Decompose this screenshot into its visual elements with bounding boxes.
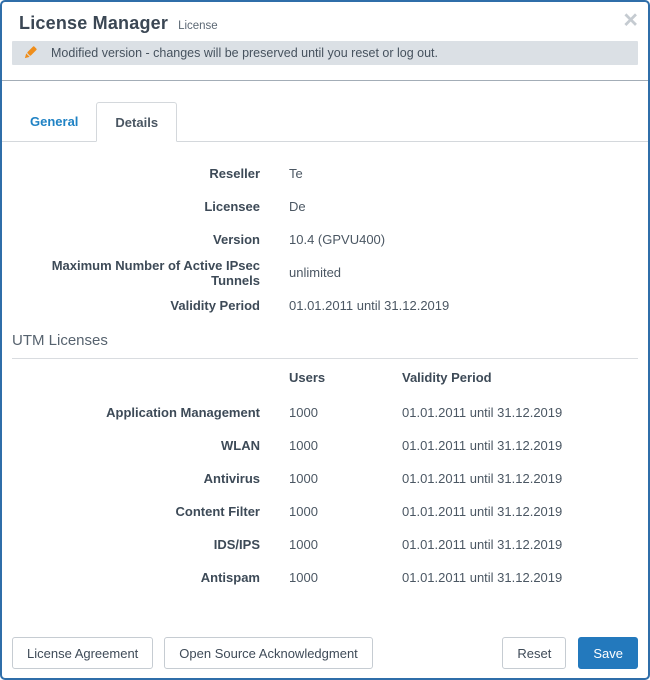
field-value: De [289,199,306,214]
license-name: Antispam [12,570,260,585]
field-label: Licensee [12,199,260,214]
license-validity: 01.01.2011 until 31.12.2019 [402,438,562,453]
license-name: Antivirus [12,471,260,486]
table-row: Antispam 1000 01.01.2011 until 31.12.201… [2,561,648,594]
tab-bar: General Details [2,101,648,142]
license-validity: 01.01.2011 until 31.12.2019 [402,471,562,486]
field-label: Version [12,232,260,247]
pencil-icon [22,45,38,61]
field-value: 10.4 (GPVU400) [289,232,385,247]
license-validity: 01.01.2011 until 31.12.2019 [402,405,562,420]
dialog-footer: License Agreement Open Source Acknowledg… [12,637,638,669]
dialog-header: License Manager License [2,2,648,34]
field-value: Te [289,166,303,181]
field-value: 01.01.2011 until 31.12.2019 [289,298,449,313]
field-label: Validity Period [12,298,260,313]
save-button[interactable]: Save [578,637,638,669]
license-users: 1000 [289,405,373,420]
column-header-validity: Validity Period [402,370,492,385]
license-name: WLAN [12,438,260,453]
license-name: Content Filter [12,504,260,519]
notification-text: Modified version - changes will be prese… [51,46,438,60]
reset-button[interactable]: Reset [502,637,566,669]
header-divider [2,80,648,81]
license-agreement-button[interactable]: License Agreement [12,637,153,669]
field-version: Version 10.4 (GPVU400) [2,223,648,256]
close-icon[interactable]: × [623,8,638,33]
table-row: WLAN 1000 01.01.2011 until 31.12.2019 [2,429,648,462]
field-ipsec-tunnels: Maximum Number of Active IPsec Tunnels u… [2,256,648,289]
license-manager-dialog: License Manager License × Modified versi… [0,0,650,680]
field-reseller: Reseller Te [2,157,648,190]
field-label: Maximum Number of Active IPsec Tunnels [12,258,260,288]
field-value: unlimited [289,265,341,280]
page-subtitle: License [178,20,218,32]
license-name: IDS/IPS [12,537,260,552]
field-validity-period: Validity Period 01.01.2011 until 31.12.2… [2,289,648,322]
license-users: 1000 [289,570,373,585]
license-validity: 01.01.2011 until 31.12.2019 [402,570,562,585]
table-row: Content Filter 1000 01.01.2011 until 31.… [2,495,648,528]
field-licensee: Licensee De [2,190,648,223]
footer-left-buttons: License Agreement Open Source Acknowledg… [12,637,373,669]
license-users: 1000 [289,504,373,519]
tab-details[interactable]: Details [96,102,177,142]
page-title: License Manager [19,13,168,34]
table-header-row: Users Validity Period [2,359,648,396]
tab-general[interactable]: General [12,101,96,141]
license-details: Reseller Te Licensee De Version 10.4 (GP… [2,157,648,322]
license-users: 1000 [289,537,373,552]
modified-notification-bar: Modified version - changes will be prese… [12,41,638,65]
license-validity: 01.01.2011 until 31.12.2019 [402,537,562,552]
field-label: Reseller [12,166,260,181]
license-users: 1000 [289,471,373,486]
column-header-users: Users [289,370,373,385]
table-row: Antivirus 1000 01.01.2011 until 31.12.20… [2,462,648,495]
utm-licenses-table: Users Validity Period Application Manage… [2,359,648,594]
utm-licenses-heading: UTM Licenses [12,332,638,349]
table-row: Application Management 1000 01.01.2011 u… [2,396,648,429]
open-source-acknowledgment-button[interactable]: Open Source Acknowledgment [164,637,373,669]
license-users: 1000 [289,438,373,453]
license-name: Application Management [12,405,260,420]
table-row: IDS/IPS 1000 01.01.2011 until 31.12.2019 [2,528,648,561]
footer-right-buttons: Reset Save [502,637,638,669]
license-validity: 01.01.2011 until 31.12.2019 [402,504,562,519]
